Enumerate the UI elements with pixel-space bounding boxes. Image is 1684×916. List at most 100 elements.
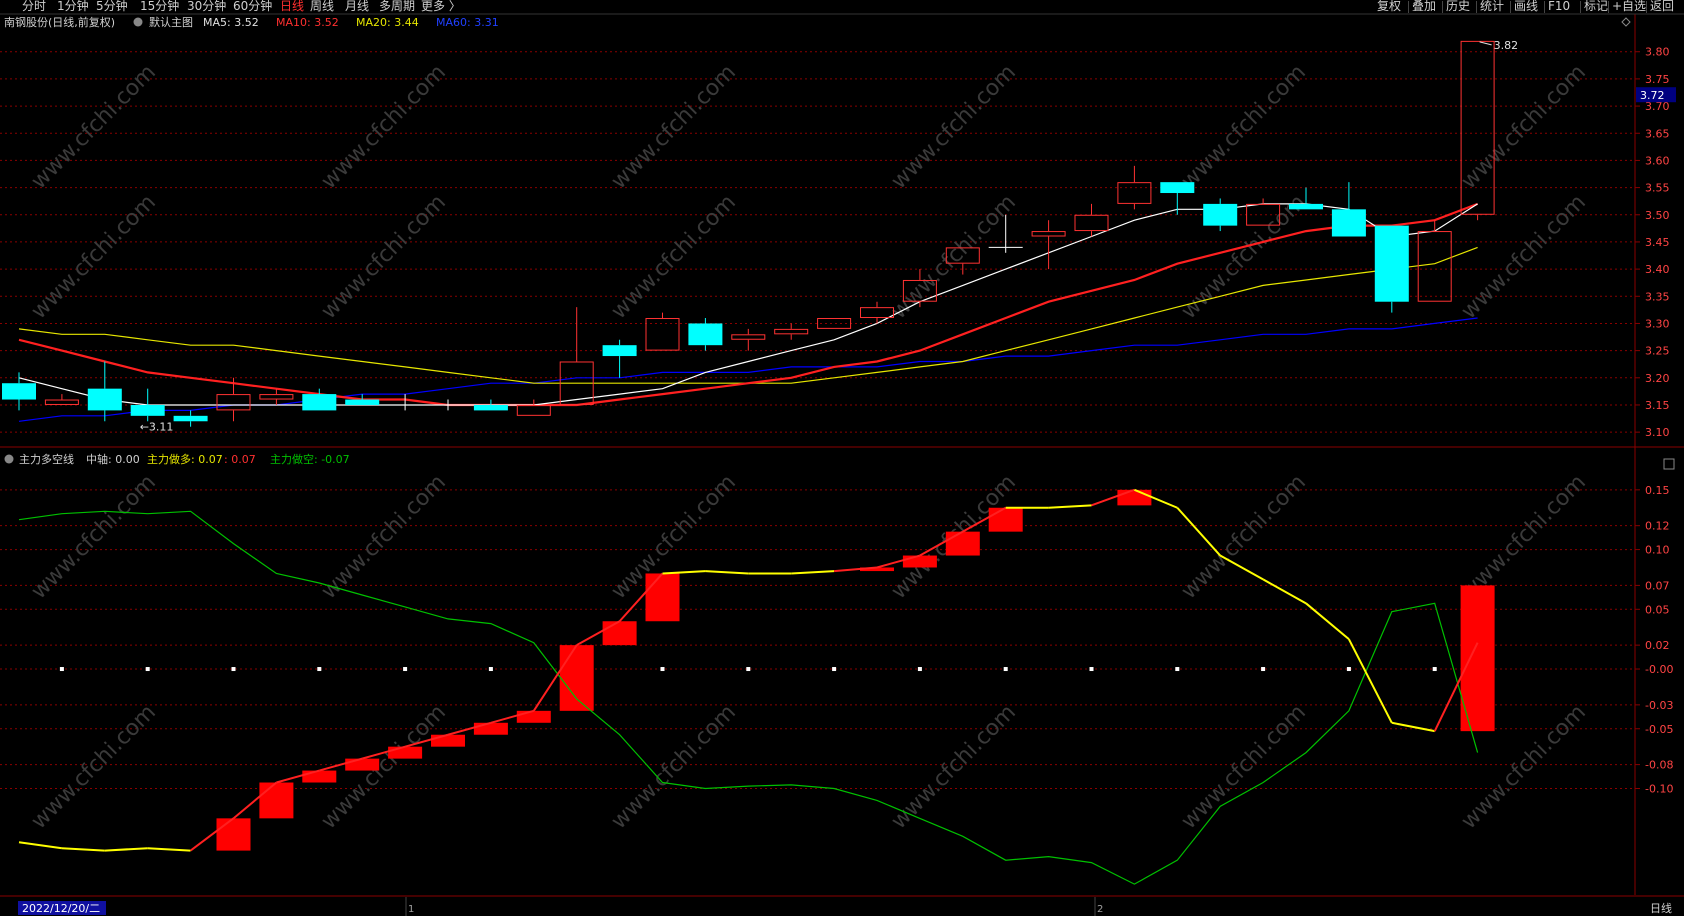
ind-bar: [473, 722, 508, 735]
price-tick-label-14: 3.80: [1645, 46, 1670, 59]
candle-body: [1117, 182, 1152, 204]
price-tick-label-7: 3.45: [1645, 236, 1670, 249]
watermark: www.cfchi.com: [317, 60, 451, 194]
ind-bar: [259, 782, 294, 819]
long-line-seg: [1391, 721, 1435, 733]
ind-bar: [988, 507, 1023, 532]
candle-body: [216, 394, 251, 411]
long-line-seg: [1348, 638, 1393, 724]
ind-tick-label-9: -0.08: [1645, 759, 1673, 772]
ma5-legend: MA5: 3.52: [203, 16, 259, 29]
month-label-1: 1: [408, 904, 414, 915]
ind-tick-label-8: -0.05: [1645, 723, 1673, 736]
watermark: www.cfchi.com: [1457, 190, 1591, 324]
mid-axis-dot: [660, 667, 665, 672]
candle-body: [1203, 203, 1238, 226]
diamond-icon: [1621, 17, 1631, 27]
indicator-name: 主力多空线: [19, 452, 74, 466]
watermark: www.cfchi.com: [27, 700, 161, 834]
candle-body: [774, 328, 809, 335]
ma60-legend: MA60: 3.31: [436, 16, 499, 29]
stock-name: 南钢股份(日线,前复权): [4, 15, 115, 29]
price-tick-label-2: 3.20: [1645, 372, 1670, 385]
ind-tick-label-1: 0.12: [1645, 520, 1670, 533]
watermark: www.cfchi.com: [317, 700, 451, 834]
watermark: www.cfchi.com: [1457, 60, 1591, 194]
price-tick-label-6: 3.40: [1645, 263, 1670, 276]
price-tick-label-1: 3.15: [1645, 399, 1670, 412]
mid-axis-dot: [1003, 667, 1008, 672]
watermark: www.cfchi.com: [1177, 60, 1311, 194]
watermark: www.cfchi.com: [887, 700, 1021, 834]
candle-body: [173, 415, 208, 422]
expand-icon: [1663, 458, 1675, 470]
mid-axis-dot: [59, 667, 64, 672]
candle-body: [302, 394, 337, 411]
long-legend: 主力做多: 0.07: [147, 452, 223, 466]
mid-axis-dot: [403, 667, 408, 672]
price-tick-label-9: 3.55: [1645, 182, 1670, 195]
watermark: www.cfchi.com: [887, 60, 1021, 194]
price-tick-label-13: 3.75: [1645, 73, 1670, 86]
watermark: www.cfchi.com: [607, 700, 741, 834]
candle-body: [688, 323, 723, 346]
candle-body: [516, 404, 551, 416]
ind-bar: [388, 746, 423, 759]
price-tick-label-3: 3.25: [1645, 345, 1670, 358]
ind-bar: [945, 531, 980, 556]
mid-axis-dot: [1175, 667, 1180, 672]
candle-body: [259, 394, 294, 400]
ind-bar: [431, 734, 465, 747]
mid-axis-dot: [746, 667, 751, 672]
mid-legend: 中轴: 0.00: [86, 452, 140, 466]
candle-body: [1331, 209, 1366, 237]
candle-body: [1160, 182, 1195, 194]
long-line-seg: [61, 847, 105, 852]
watermark: www.cfchi.com: [607, 60, 741, 194]
min-price-label: ←3.11: [140, 421, 174, 434]
candle-body: [345, 399, 380, 405]
price-tick-label-5: 3.35: [1645, 290, 1670, 303]
month-label-2: 2: [1097, 904, 1103, 915]
candle-body: [87, 388, 122, 411]
ind-tick-label-5: 0.02: [1645, 639, 1670, 652]
ind-bar: [345, 758, 380, 771]
candle-body: [602, 345, 637, 357]
mid-axis-dot: [832, 667, 837, 672]
long-line-seg: [147, 847, 191, 852]
mid-axis-dot: [488, 667, 493, 672]
long-line-seg: [1176, 507, 1221, 557]
price-tick-label-8: 3.50: [1645, 209, 1670, 222]
candle-body: [1289, 203, 1323, 210]
candle-body: [1374, 225, 1409, 302]
current-price-badge-text: 3.72: [1640, 89, 1665, 102]
long-line-seg: [1305, 602, 1350, 640]
long-line-seg: [1048, 504, 1092, 509]
ind-bar: [902, 555, 937, 568]
chart-canvas: 3.10 3.15 3.20 3.25 3.30 3.35 3.40 3.45 3.50 3.55…: [0, 13, 1684, 916]
mid-axis-dot: [231, 667, 236, 672]
mid-axis-dot: [1089, 667, 1094, 672]
candle-body: [130, 404, 165, 416]
watermark: www.cfchi.com: [1177, 700, 1311, 834]
max-price-pointer: [1479, 41, 1492, 46]
ind-bar: [559, 645, 594, 711]
long-line-seg: [662, 570, 706, 575]
mid-axis-dot: [1432, 667, 1437, 672]
ind-bar: [645, 573, 680, 622]
ind-tick-label-2: 0.10: [1645, 544, 1670, 557]
mid-axis-dot: [917, 667, 922, 672]
mid-axis-dot: [1261, 667, 1266, 672]
mid-axis-dot: [317, 667, 322, 672]
ind-tick-label-6: -0.00: [1645, 663, 1673, 676]
long-legend-2: : 0.07: [224, 453, 256, 466]
watermark: www.cfchi.com: [607, 190, 741, 324]
watermark: www.cfchi.com: [1177, 190, 1311, 324]
long-line-seg: [1262, 578, 1307, 605]
long-line-seg: [104, 847, 148, 852]
candle-body: [473, 404, 508, 411]
long-line-seg: [705, 570, 749, 575]
candle-body: [731, 334, 766, 340]
candle-body: [1074, 214, 1109, 232]
max-price-label: 3.82: [1494, 39, 1519, 52]
